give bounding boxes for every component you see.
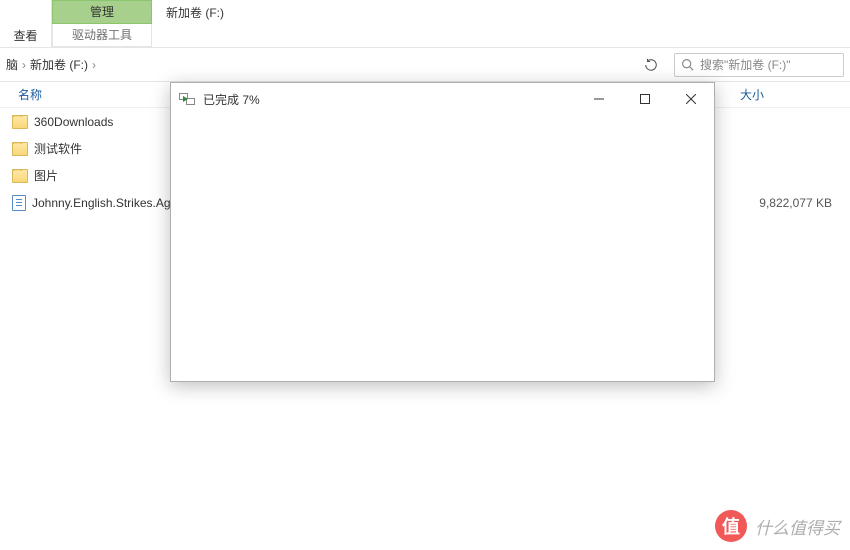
tab-drive-tools[interactable]: 驱动器工具 bbox=[52, 24, 152, 47]
window-buttons bbox=[576, 83, 714, 115]
breadcrumb-sep-icon: › bbox=[92, 58, 96, 72]
copy-progress-dialog: 已完成 7% bbox=[170, 82, 715, 382]
breadcrumb[interactable]: 脑 › 新加卷 (F:) › bbox=[6, 56, 628, 73]
watermark-text: 什么值得买 bbox=[755, 514, 840, 539]
file-icon bbox=[12, 195, 26, 211]
maximize-button[interactable] bbox=[622, 83, 668, 115]
maximize-icon bbox=[640, 94, 650, 104]
column-header-size[interactable]: 大小 bbox=[740, 86, 850, 103]
tab-manage[interactable]: 管理 bbox=[52, 0, 152, 24]
folder-icon bbox=[12, 115, 28, 129]
breadcrumb-root[interactable]: 脑 bbox=[6, 56, 18, 73]
dialog-title: 已完成 7% bbox=[203, 91, 576, 108]
minimize-button[interactable] bbox=[576, 83, 622, 115]
copy-transfer-icon bbox=[179, 93, 195, 105]
folder-icon bbox=[12, 142, 28, 156]
watermark: 值 什么值得买 bbox=[715, 510, 840, 542]
breadcrumb-current[interactable]: 新加卷 (F:) bbox=[30, 56, 88, 73]
breadcrumb-sep-icon: › bbox=[22, 58, 26, 72]
refresh-icon bbox=[644, 58, 658, 72]
file-size: 9,822,077 KB bbox=[740, 196, 850, 210]
minimize-icon bbox=[594, 94, 604, 104]
search-input[interactable]: 搜索"新加卷 (F:)" bbox=[674, 53, 844, 77]
ribbon: 查看 管理 驱动器工具 新加卷 (F:) bbox=[0, 0, 850, 48]
tab-view[interactable]: 查看 bbox=[0, 24, 52, 48]
refresh-button[interactable] bbox=[634, 53, 668, 77]
ribbon-blank-top bbox=[0, 0, 52, 24]
window-title: 新加卷 (F:) bbox=[152, 0, 238, 47]
file-name: 360Downloads bbox=[34, 115, 113, 129]
address-bar-row: 脑 › 新加卷 (F:) › 搜索"新加卷 (F:)" bbox=[0, 48, 850, 82]
file-name: 图片 bbox=[34, 167, 58, 184]
search-icon bbox=[681, 58, 694, 71]
ribbon-left: 查看 bbox=[0, 0, 52, 47]
search-placeholder: 搜索"新加卷 (F:)" bbox=[700, 56, 791, 73]
folder-icon bbox=[12, 169, 28, 183]
close-icon bbox=[686, 94, 696, 104]
ribbon-mid: 管理 驱动器工具 bbox=[52, 0, 152, 47]
watermark-badge-icon: 值 bbox=[715, 510, 747, 542]
file-name: 测试软件 bbox=[34, 140, 82, 157]
dialog-titlebar[interactable]: 已完成 7% bbox=[171, 83, 714, 115]
close-button[interactable] bbox=[668, 83, 714, 115]
